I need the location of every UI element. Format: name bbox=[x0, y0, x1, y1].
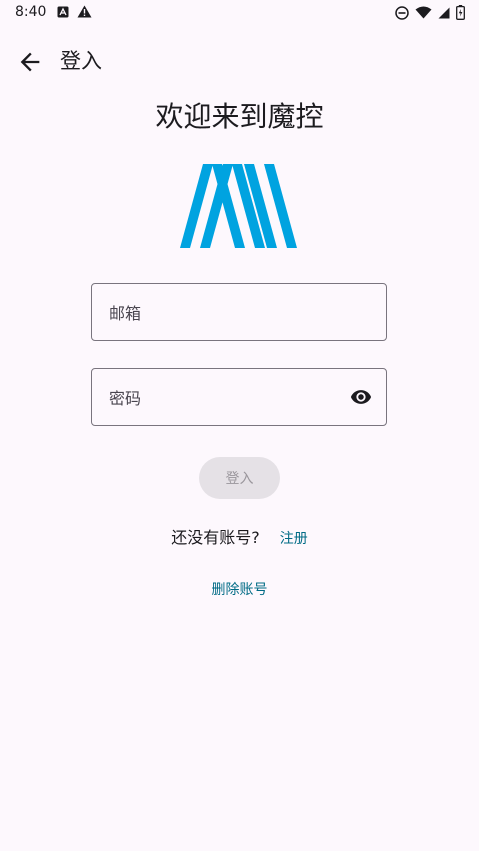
delete-account-link[interactable]: 删除账号 bbox=[0, 578, 479, 602]
login-button[interactable]: 登入 bbox=[199, 457, 280, 499]
signal-icon bbox=[438, 7, 450, 19]
eye-icon[interactable] bbox=[348, 386, 374, 408]
status-bar: 8:40 bbox=[0, 0, 479, 26]
warning-icon bbox=[77, 5, 92, 18]
email-field[interactable] bbox=[91, 283, 387, 342]
status-time: 8:40 bbox=[15, 4, 47, 20]
password-input[interactable] bbox=[107, 369, 351, 427]
signup-prompt: 还没有账号? bbox=[171, 528, 260, 547]
battery-icon bbox=[456, 5, 465, 20]
email-input[interactable] bbox=[107, 284, 351, 342]
password-field[interactable] bbox=[91, 368, 387, 427]
wifi-icon bbox=[415, 6, 432, 19]
welcome-heading: 欢迎来到魔控 bbox=[155, 100, 324, 133]
page-title: 登入 bbox=[60, 49, 102, 73]
arrow-back-icon[interactable] bbox=[16, 48, 44, 76]
signup-link[interactable]: 注册 bbox=[280, 531, 308, 547]
logo bbox=[180, 164, 300, 248]
app-bar: 登入 bbox=[0, 40, 479, 82]
do-not-disturb-icon bbox=[395, 5, 409, 20]
app-notification-icon bbox=[57, 6, 69, 18]
signup-row: 还没有账号? 注册 bbox=[0, 526, 479, 551]
